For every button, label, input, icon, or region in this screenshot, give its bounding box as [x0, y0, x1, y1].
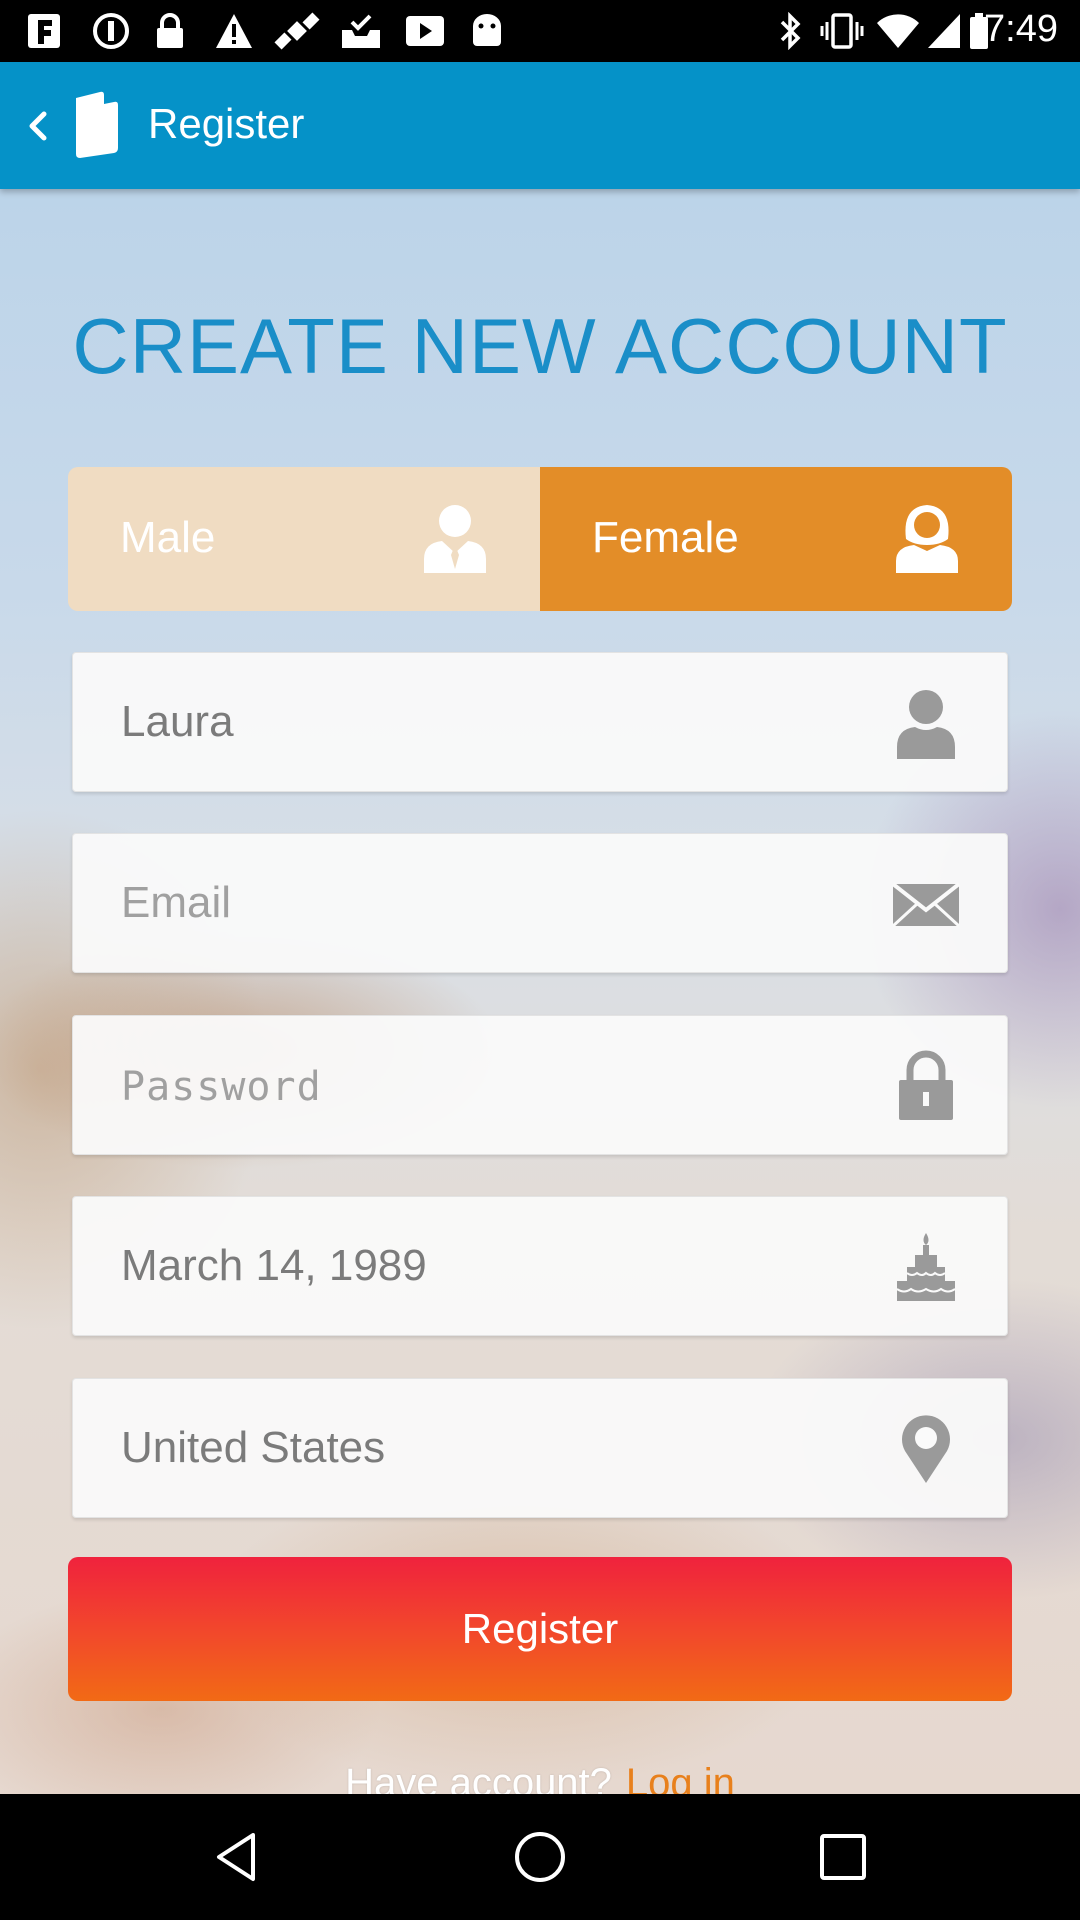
login-link[interactable]: Log in: [626, 1761, 735, 1794]
android-icon: [473, 14, 501, 46]
register-button[interactable]: Register: [68, 1557, 1012, 1701]
clock: 7:49: [984, 8, 1058, 50]
square-recents-icon[interactable]: [813, 1827, 873, 1887]
circle-home-icon[interactable]: [510, 1827, 570, 1887]
register-form: CREATE NEW ACCOUNT Male Female Laura Ema…: [0, 189, 1080, 1794]
app-title: Register: [148, 100, 305, 147]
have-account-text: Have account?: [345, 1761, 612, 1794]
password-field-placeholder: Password: [121, 1064, 322, 1110]
app-bar: Register: [0, 62, 1080, 189]
country-field-value: United States: [121, 1423, 386, 1472]
play-icon: [406, 16, 444, 46]
triangle-back-icon[interactable]: [207, 1827, 267, 1887]
bluetooth-icon: [780, 12, 801, 50]
app-logo-icon: [76, 91, 118, 158]
page-title: CREATE NEW ACCOUNT: [72, 302, 1008, 390]
name-field[interactable]: Laura: [72, 652, 1008, 792]
lock-icon: [899, 1050, 953, 1120]
email-field[interactable]: Email: [72, 833, 1008, 973]
location-pin-icon: [902, 1415, 950, 1483]
gender-female-label: Female: [592, 513, 739, 562]
envelope-icon: [891, 882, 961, 928]
wifi-icon: [877, 14, 919, 48]
status-bar: 7:49: [0, 0, 1080, 62]
satellite-icon: [274, 12, 320, 50]
inbox-check-icon: [342, 14, 380, 48]
name-field-value: Laura: [121, 697, 234, 746]
email-field-placeholder: Email: [121, 878, 232, 927]
register-button-label: Register: [461, 1605, 619, 1652]
notification-f-icon: [28, 14, 60, 48]
login-prompt: Have account? Log in: [0, 1761, 1080, 1794]
birthday-field[interactable]: March 14, 1989: [72, 1196, 1008, 1336]
country-field[interactable]: United States: [72, 1378, 1008, 1518]
gender-male-label: Male: [120, 513, 216, 562]
cake-icon: [896, 1233, 956, 1301]
birthday-field-value: March 14, 1989: [121, 1241, 427, 1290]
gender-female-option[interactable]: Female: [540, 467, 1012, 611]
system-nav-bar: [0, 1794, 1080, 1920]
password-field[interactable]: Password: [72, 1015, 1008, 1155]
male-user-icon: [424, 505, 486, 573]
sync-circle-icon: [93, 13, 129, 49]
signal-icon: [928, 14, 960, 48]
lock-icon: [157, 13, 183, 48]
gender-male-option[interactable]: Male: [68, 467, 540, 611]
chevron-left-icon[interactable]: [8, 96, 64, 156]
vibrate-icon: [820, 13, 864, 49]
person-icon: [897, 690, 955, 759]
gender-toggle: Male Female: [68, 467, 1012, 611]
female-user-icon: [896, 505, 958, 573]
warning-icon: [216, 14, 252, 48]
